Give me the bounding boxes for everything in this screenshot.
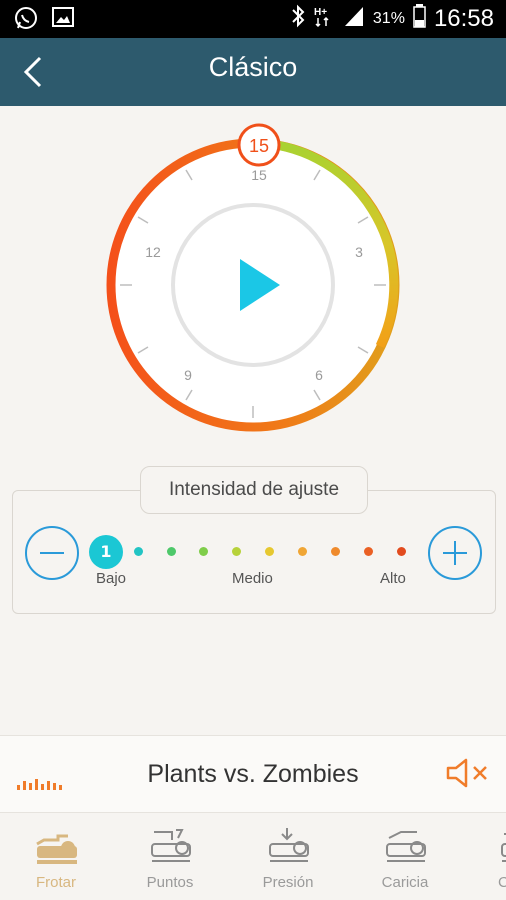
timer-value: 15	[249, 136, 269, 156]
intensity-label-high: Alto	[380, 570, 406, 587]
nav-item-puntos[interactable]: Puntos	[120, 814, 220, 900]
dial-label-9: 9	[184, 367, 192, 383]
intensity-dot[interactable]	[199, 547, 208, 556]
intensity-dot[interactable]	[167, 547, 176, 556]
network-type-icon: H+	[313, 4, 335, 33]
intensity-dot[interactable]	[331, 547, 340, 556]
intensity-dot[interactable]	[265, 547, 274, 556]
intensity-label-low: Bajo	[96, 570, 127, 587]
battery-percent: 31%	[372, 9, 405, 27]
dial-label-6: 6	[315, 367, 323, 383]
whatsapp-icon	[14, 6, 38, 34]
nav-label: Frotar	[35, 874, 76, 891]
intensity-dot[interactable]	[364, 547, 373, 556]
dial-label-15: 15	[251, 167, 267, 183]
volume-mute-icon	[446, 758, 487, 788]
massage-press-icon	[269, 828, 309, 862]
bluetooth-icon	[291, 4, 305, 33]
intensity-dot[interactable]	[232, 547, 241, 556]
nav-label: Presión	[262, 874, 314, 891]
app-bar: Clásico	[0, 38, 506, 106]
battery-icon	[413, 4, 426, 33]
svg-text:H+: H+	[314, 7, 327, 18]
nav-item-presion[interactable]: Presión	[238, 814, 338, 900]
intensity-dot[interactable]	[134, 547, 143, 556]
mute-button[interactable]	[444, 756, 490, 790]
massage-caress-icon	[386, 831, 426, 862]
gallery-icon	[52, 6, 74, 34]
timer-dial[interactable]: 15 3 6 9 12 15	[0, 120, 506, 450]
status-time: 16:58	[433, 4, 494, 32]
massage-rub-icon	[36, 834, 77, 864]
now-playing-title: Plants vs. Zombies	[147, 760, 359, 788]
decrease-intensity-button[interactable]	[25, 526, 79, 580]
massage-more-icon	[501, 833, 506, 862]
intensity-current-level[interactable]: 1	[89, 535, 123, 569]
massage-points-icon	[151, 829, 191, 862]
nav-label: Puntos	[146, 874, 194, 891]
intensity-dot[interactable]	[298, 547, 307, 556]
intensity-title: Intensidad de ajuste	[140, 466, 368, 514]
status-bar: H+ 31% 16:58	[0, 0, 506, 38]
intensity-dot[interactable]	[397, 547, 406, 556]
dial-label-12: 12	[145, 244, 161, 260]
increase-intensity-button[interactable]	[428, 526, 482, 580]
nav-item-partial[interactable]: C	[470, 814, 506, 900]
nav-item-frotar[interactable]: Frotar	[6, 814, 106, 900]
dial-label-3: 3	[355, 244, 363, 260]
page-title: Clásico	[208, 52, 298, 82]
bottom-nav: Frotar Puntos Presión Caricia C	[0, 814, 506, 900]
nav-label: Caricia	[381, 874, 429, 891]
now-playing-bar[interactable]: Plants vs. Zombies	[0, 735, 506, 813]
signal-icon	[343, 4, 365, 33]
nav-item-caricia[interactable]: Caricia	[355, 814, 455, 900]
intensity-label-mid: Medio	[232, 570, 273, 587]
nav-label: C	[498, 874, 506, 891]
